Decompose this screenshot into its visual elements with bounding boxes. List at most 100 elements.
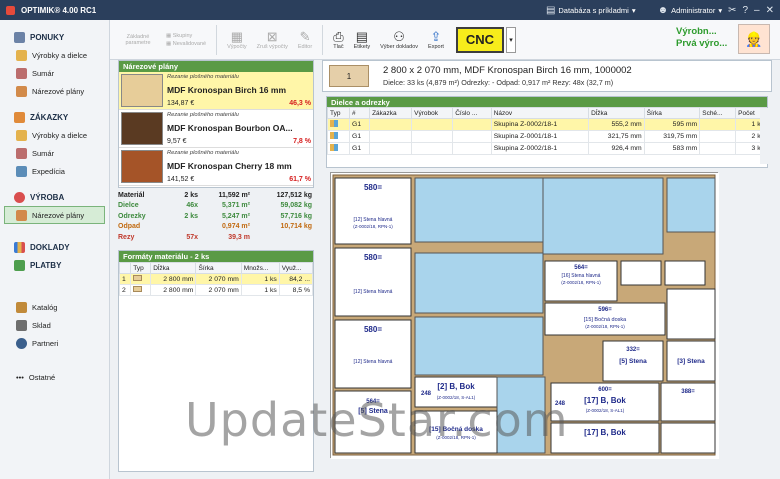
column-header[interactable]: Zákazka <box>369 107 413 119</box>
button-label: Etikety <box>353 43 371 50</box>
sidebar-item-order-summary[interactable]: Sumár <box>0 144 109 162</box>
table-body: G1 Skupina Z-0002/18-1 555,2 mm 595 mm 1 ks G… <box>326 118 767 155</box>
material-swatch <box>121 74 163 107</box>
help-icon[interactable]: ? <box>742 5 748 16</box>
sidebar-section-doklady[interactable]: DOKLADY <box>0 238 109 256</box>
column-header[interactable]: Názov <box>490 107 590 119</box>
button-label: Zruš výpočty <box>256 43 288 50</box>
plan-subtitle: Rezanie plošného materiálu <box>167 150 239 156</box>
column-header[interactable]: Typ <box>326 107 351 119</box>
cnc-button[interactable]: CNC <box>455 26 504 53</box>
close-icon[interactable]: ✕ <box>766 5 774 16</box>
table-cell: 555,2 mm <box>588 118 645 131</box>
minimize-icon[interactable]: – <box>754 5 760 16</box>
module-header: Výrobn... Prvá výro... <box>676 26 727 50</box>
sidebar-item-offer-summary[interactable]: Sumár <box>0 64 109 82</box>
clear-calc-button[interactable]: ⊠ Zruš výpočty <box>253 22 292 58</box>
select-docs-button[interactable]: ⚇ Výber dokladov <box>376 22 422 58</box>
database-label: Databáza s príkladmi <box>558 5 629 15</box>
column-header[interactable]: Dĺžka <box>150 262 197 274</box>
plan-card[interactable]: Rezanie plošného materiálu MDF Kronospan … <box>119 148 313 186</box>
table-header-row: Typ Dĺžka Šírka Množs... Využ... <box>118 262 314 274</box>
button-label: Export <box>428 43 444 50</box>
part-label: [2] B, Bok <box>437 382 475 391</box>
sidebar-section-platby[interactable]: PLATBY <box>0 256 109 274</box>
panel-polica-5[interactable] <box>414 316 544 376</box>
avatar[interactable]: 👷 <box>738 24 770 54</box>
unvalidated-button[interactable]: ▦ Nevalidované <box>166 41 206 47</box>
panel-bok-small-2[interactable] <box>660 422 716 454</box>
groups-button[interactable]: ▦ Skupiny <box>166 33 206 39</box>
sidebar-section-vyroba[interactable]: VÝROBA <box>0 188 109 206</box>
formats-table: Typ Dĺžka Šírka Množs... Využ... 1 2 800 mm 2 … <box>118 262 314 296</box>
panel-polica-4[interactable] <box>666 177 716 233</box>
panel-polica-2[interactable] <box>414 252 544 314</box>
export-button[interactable]: ⇪ Export <box>424 22 448 58</box>
panel-polica-1[interactable] <box>414 177 544 243</box>
panel-small-3[interactable] <box>666 288 716 340</box>
column-header[interactable]: Šírka <box>195 262 242 274</box>
column-header[interactable]: # <box>349 107 371 119</box>
column-header[interactable] <box>118 262 132 274</box>
panel-small-1[interactable] <box>620 260 662 286</box>
column-header[interactable]: Typ <box>130 262 152 274</box>
table-row[interactable]: G1 Skupina Z-0001/18-1 321,75 mm 319,75 mm 2… <box>326 130 767 143</box>
stats-row: Dielce 46x 5,371 m² 59,082 kg <box>118 201 314 212</box>
sidebar-item-label: Výrobky a dielce <box>32 50 88 60</box>
panel-small-2[interactable] <box>664 260 706 286</box>
table-cell: 926,4 mm <box>588 142 645 155</box>
sidebar-item-warehouse[interactable]: Sklad <box>0 316 109 334</box>
sidebar-item-catalog[interactable]: Katalóg <box>0 298 109 316</box>
table-row[interactable]: 1 2 800 mm 2 070 mm 1 ks 84,2 ... <box>118 273 314 285</box>
column-header[interactable]: Sché... <box>699 107 737 119</box>
table-row[interactable]: 2 2 800 mm 2 070 mm 1 ks 8,5 % <box>118 284 314 296</box>
sidebar-item-other[interactable]: ••• Ostatné <box>0 368 109 386</box>
sidebar-item-label: Sklad <box>32 320 51 330</box>
table-cell <box>326 118 351 131</box>
panel-polica-3[interactable] <box>542 177 664 255</box>
sidebar-item-partners[interactable]: Partneri <box>0 334 109 352</box>
sidebar-section-zakazky[interactable]: ZÁKAZKY <box>0 108 109 126</box>
column-header[interactable]: Šírka <box>643 107 701 119</box>
button-label: Nevalidované <box>172 40 207 47</box>
column-header[interactable]: Využ... <box>278 262 314 274</box>
labels-button[interactable]: ▤ Etikety <box>350 22 375 58</box>
column-header[interactable]: Výrobok <box>411 107 454 119</box>
orders-icon <box>14 111 25 123</box>
table-cell: 1 ks <box>240 284 280 296</box>
group-icon <box>330 120 338 127</box>
basic-params-button[interactable]: Základné parametre <box>116 22 160 58</box>
plan-card[interactable]: Rezanie plošného materiálu MDF Kronospan … <box>119 72 313 110</box>
sheet-thumbnail[interactable]: 1 <box>329 65 369 87</box>
sidebar-item-shipping[interactable]: Expedícia <box>0 162 109 180</box>
parts-scrollbar[interactable] <box>760 108 768 164</box>
table-cell <box>369 130 413 143</box>
cnc-dropdown[interactable]: ▾ <box>505 26 516 53</box>
calc-button[interactable]: ▦ Výpočty <box>223 22 251 58</box>
table-row[interactable]: G1 Skupina Z-0002/18-1 555,2 mm 595 mm 1 ks <box>326 118 767 131</box>
user-menu[interactable]: ☻ Administrator ▾ <box>642 1 722 19</box>
column-header[interactable]: Číslo ... <box>452 107 492 119</box>
sidebar-item-production-plans[interactable]: Nárezové plány <box>4 206 105 224</box>
sidebar-item-order-products[interactable]: Výrobky a dielce <box>0 126 109 144</box>
material-swatch <box>121 150 163 183</box>
stats-area: 11,592 m² <box>218 191 250 199</box>
column-header[interactable]: Dĺžka <box>588 107 645 119</box>
printer-icon: ⎙ <box>333 28 344 44</box>
sidebar-item-offer-products[interactable]: Výrobky a dielce <box>0 46 109 64</box>
column-header[interactable]: Množs... <box>240 262 280 274</box>
sidebar-section-ponuky[interactable]: PONUKY <box>0 28 109 46</box>
sidebar-item-offer-plans[interactable]: Nárezové plány <box>0 82 109 100</box>
table-row[interactable]: G1 Skupina Z-0002/18-1 926,4 mm 583 mm 3 ks <box>326 142 767 155</box>
print-button[interactable]: ⎙ Tlač <box>329 22 347 58</box>
table-cell: 2 070 mm <box>195 273 242 285</box>
summary-icon <box>16 147 27 159</box>
part-label: [15] Bočná doska <box>584 317 627 323</box>
plan-card[interactable]: Rezanie plošného materiálu MDF Kronospan … <box>119 110 313 148</box>
table-cell <box>699 142 737 155</box>
panel-header: Formáty materiálu - 2 ks <box>119 251 313 262</box>
editor-button[interactable]: ✎ Editor <box>294 22 316 58</box>
table-cell: 319,75 mm <box>643 130 701 143</box>
tools-icon[interactable]: ✂ <box>728 5 736 16</box>
database-selector[interactable]: ▤ Databáza s príkladmi ▾ <box>530 1 636 19</box>
